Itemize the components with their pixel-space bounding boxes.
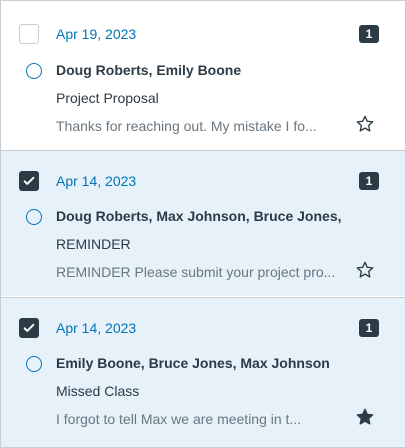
- message-count-badge: 1: [359, 25, 379, 43]
- select-checkbox[interactable]: [19, 171, 39, 191]
- select-checkbox[interactable]: [19, 24, 39, 44]
- check-icon: [23, 176, 35, 185]
- select-checkbox[interactable]: [19, 318, 39, 338]
- conversation-date: Apr 19, 2023: [56, 26, 137, 42]
- conversation-item[interactable]: Apr 14, 2023 1 Emily Boone, Bruce Jones,…: [1, 297, 405, 447]
- message-count-badge: 1: [359, 172, 379, 190]
- conversation-subject: REMINDER: [56, 236, 131, 252]
- conversation-date: Apr 14, 2023: [56, 320, 137, 336]
- conversation-preview: Thanks for reaching out. My mistake I fo…: [56, 118, 317, 134]
- star-filled-icon[interactable]: [355, 407, 375, 427]
- conversation-subject: Missed Class: [56, 383, 140, 399]
- star-outline-icon[interactable]: [355, 260, 375, 280]
- conversation-preview: I forgot to tell Max we are meeting in t…: [56, 411, 302, 427]
- check-icon: [23, 323, 35, 332]
- unread-indicator-icon[interactable]: [26, 209, 42, 225]
- star-outline-icon[interactable]: [355, 114, 375, 134]
- message-count-badge: 1: [359, 319, 379, 337]
- conversation-preview: REMINDER Please submit your project pro.…: [56, 264, 336, 280]
- conversation-item[interactable]: Apr 14, 2023 1 Doug Roberts, Max Johnson…: [1, 150, 405, 296]
- conversation-item[interactable]: Apr 19, 2023 1 Doug Roberts, Emily Boone…: [1, 1, 405, 147]
- conversation-subject: Project Proposal: [56, 90, 159, 106]
- conversation-date: Apr 14, 2023: [56, 173, 137, 189]
- conversation-participants: Doug Roberts, Max Johnson, Bruce Jones, …: [56, 208, 346, 224]
- unread-indicator-icon[interactable]: [26, 356, 42, 372]
- conversation-participants: Emily Boone, Bruce Jones, Max Johnson: [56, 355, 330, 371]
- unread-indicator-icon[interactable]: [26, 63, 42, 79]
- conversation-list: Apr 19, 2023 1 Doug Roberts, Emily Boone…: [0, 0, 406, 448]
- conversation-participants: Doug Roberts, Emily Boone: [56, 62, 242, 78]
